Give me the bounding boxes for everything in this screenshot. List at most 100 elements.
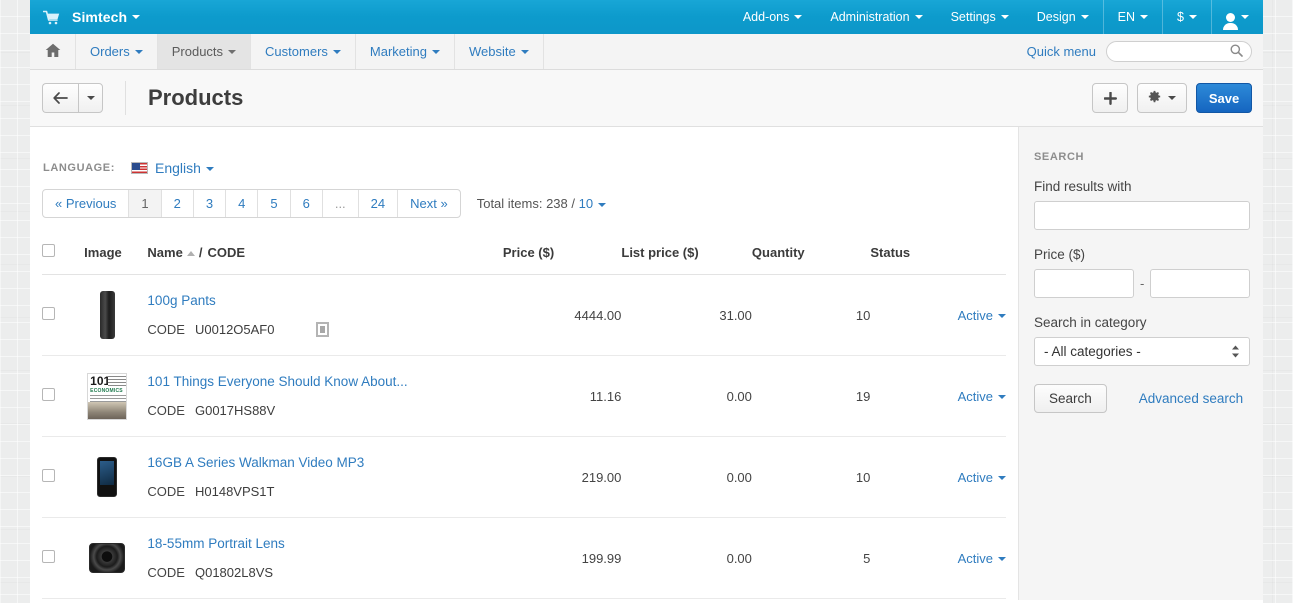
language-dropdown[interactable]: English — [155, 160, 214, 176]
header-name-code: Name / CODE — [147, 238, 502, 275]
pagination-previous[interactable]: « Previous — [43, 190, 129, 217]
menu-administration[interactable]: Administration — [816, 0, 936, 34]
products-table: Image Name / CODE Price ($) List price ($)… — [42, 238, 1006, 603]
row-checkbox[interactable] — [42, 388, 55, 401]
status-dropdown[interactable]: Active — [958, 308, 1006, 323]
menu-language-en[interactable]: EN — [1103, 0, 1162, 34]
menu-design-label: Design — [1037, 10, 1076, 24]
row-checkbox[interactable] — [42, 469, 55, 482]
header-image: Image — [84, 238, 147, 275]
chevron-down-icon — [135, 50, 143, 54]
table-row[interactable]: 18-55mm Portrait Lens CODE Q01802L8VS 19… — [42, 518, 1006, 599]
status-dropdown[interactable]: Active — [958, 389, 1006, 404]
find-results-input[interactable] — [1034, 201, 1250, 230]
nav-item-marketing[interactable]: Marketing — [356, 34, 455, 69]
pagination-ellipsis: ... — [323, 190, 359, 217]
menu-currency[interactable]: $ — [1162, 0, 1211, 34]
price-from-input[interactable] — [1034, 269, 1134, 298]
pagination-next[interactable]: Next » — [398, 190, 460, 217]
advanced-search-link[interactable]: Advanced search — [1139, 391, 1243, 406]
row-price: 219.00 — [503, 437, 621, 518]
header-list-price[interactable]: List price ($) — [621, 238, 752, 275]
nav-item-orders[interactable]: Orders — [76, 34, 158, 69]
menu-account[interactable] — [1211, 0, 1263, 34]
code-label: CODE — [147, 565, 185, 580]
back-button[interactable] — [42, 83, 78, 113]
save-button[interactable]: Save — [1196, 83, 1252, 113]
category-select[interactable]: - All categories - — [1034, 337, 1250, 366]
page-title-bar: Products Save — [30, 70, 1263, 127]
pagination-page-1[interactable]: 1 — [129, 190, 161, 217]
product-code-value: H0148VPS1T — [195, 484, 275, 499]
product-name-link[interactable]: 101 Things Everyone Should Know About... — [147, 374, 502, 389]
search-button[interactable]: Search — [1034, 384, 1107, 413]
status-dropdown[interactable]: Active — [958, 470, 1006, 485]
nav-item-customers[interactable]: Customers — [251, 34, 356, 69]
nav-item-products[interactable]: Products — [158, 34, 251, 69]
table-row[interactable]: 100g Pants CODE U0012O5AF0 4444.00 31.00… — [42, 275, 1006, 356]
row-checkbox-cell — [42, 518, 84, 599]
pagination-page-3[interactable]: 3 — [194, 190, 226, 217]
pagination-page-5[interactable]: 5 — [258, 190, 290, 217]
row-image-cell — [84, 518, 147, 599]
table-row[interactable]: 16GB A Series Walkman Video MP3 CODE H01… — [42, 437, 1006, 518]
pagination-page-4[interactable]: 4 — [226, 190, 258, 217]
product-name-link[interactable]: 100g Pants — [147, 293, 502, 308]
cart-icon[interactable] — [30, 0, 72, 34]
quick-search-input[interactable] — [1106, 41, 1252, 62]
table-row[interactable]: 101ECONOMICS 101 Things Everyone Should … — [42, 356, 1006, 437]
row-list-price: 0.00 — [621, 518, 752, 599]
settings-dropdown-button[interactable] — [1137, 83, 1187, 113]
language-label: LANGUAGE: — [43, 162, 115, 174]
menu-add-ons-label: Add-ons — [743, 10, 790, 24]
row-name-cell: 16GB A Series Walkman Video MP3 CODE H01… — [147, 437, 502, 518]
us-flag-icon — [131, 162, 148, 174]
nav-home-button[interactable] — [30, 34, 76, 69]
header-status[interactable]: Status — [870, 238, 1006, 275]
per-page-dropdown[interactable]: 10 — [579, 196, 606, 211]
search-sidebar: SEARCH Find results with Price ($) - Sea… — [1018, 127, 1263, 600]
row-name-cell: 100g Pants CODE U0012O5AF0 — [147, 275, 502, 356]
product-name-link[interactable]: 16GB A Series Walkman Video MP3 — [147, 455, 502, 470]
menu-administration-label: Administration — [830, 10, 909, 24]
row-list-price: 0.00 — [621, 356, 752, 437]
home-icon — [45, 43, 61, 61]
chevron-down-icon — [1140, 15, 1148, 19]
brand-name[interactable]: Simtech — [72, 0, 146, 34]
table-row[interactable]: 2010 TOUR STAFF B... 10" — [42, 599, 1006, 603]
back-button-group — [42, 83, 103, 113]
chevron-down-icon — [333, 50, 341, 54]
nav-right-group: Quick menu — [1027, 34, 1263, 69]
header-price[interactable]: Price ($) — [503, 238, 621, 275]
thumbnail-badge-icon[interactable] — [316, 322, 329, 337]
select-all-checkbox[interactable] — [42, 244, 55, 257]
product-name-link[interactable]: 18-55mm Portrait Lens — [147, 536, 502, 551]
chevron-down-icon — [1168, 96, 1176, 100]
header-slash: / — [199, 245, 203, 260]
nav-item-website[interactable]: Website — [455, 34, 544, 69]
header-name-label[interactable]: Name — [147, 245, 182, 260]
top-bar-left: Simtech — [30, 0, 146, 34]
row-checkbox[interactable] — [42, 307, 55, 320]
header-code-label[interactable]: CODE — [207, 245, 245, 260]
header-quantity[interactable]: Quantity — [752, 238, 870, 275]
sort-ascending-icon — [187, 251, 195, 256]
pagination-page-24[interactable]: 24 — [359, 190, 398, 217]
row-quantity — [752, 599, 870, 603]
menu-settings[interactable]: Settings — [937, 0, 1023, 34]
menu-add-ons[interactable]: Add-ons — [729, 0, 817, 34]
add-product-button[interactable] — [1092, 83, 1128, 113]
pagination-page-2[interactable]: 2 — [162, 190, 194, 217]
back-dropdown-button[interactable] — [78, 83, 103, 113]
status-value: Active — [958, 308, 993, 323]
price-to-input[interactable] — [1150, 269, 1250, 298]
pagination-page-6[interactable]: 6 — [291, 190, 323, 217]
quick-menu-link[interactable]: Quick menu — [1027, 44, 1096, 59]
nav-item-products-label: Products — [172, 44, 223, 59]
table-header-row: Image Name / CODE Price ($) List price ($)… — [42, 238, 1006, 275]
status-dropdown[interactable]: Active — [958, 551, 1006, 566]
row-checkbox[interactable] — [42, 550, 55, 563]
row-name-cell: 2010 TOUR STAFF B... 10" — [147, 599, 502, 603]
total-items-text: Total items: 238 / — [477, 196, 575, 211]
menu-design[interactable]: Design — [1023, 0, 1103, 34]
